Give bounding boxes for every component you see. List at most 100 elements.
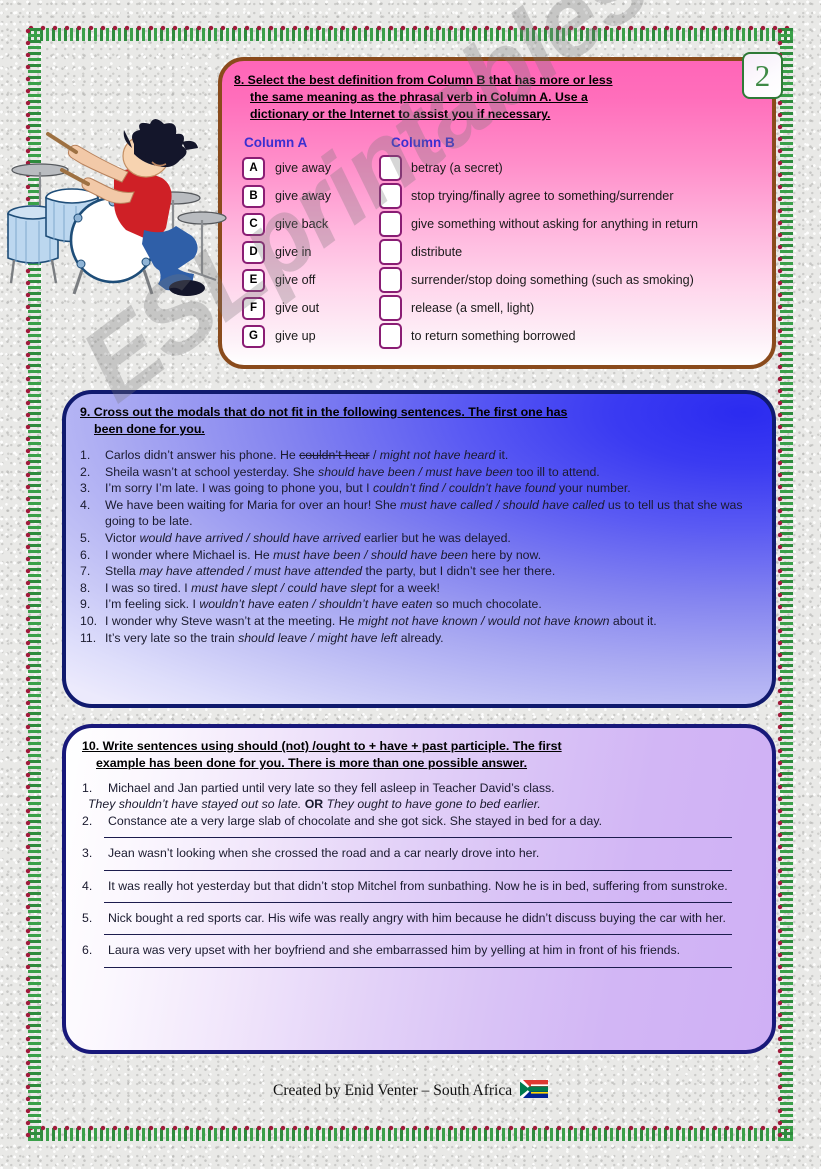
sentence-text: Sheila wasn’t at school yesterday. She s… [105,464,600,479]
definition-text: surrender/stop doing something (such as … [411,273,694,287]
modal-option: wouldn’t have eaten / shouldn’t have eat… [199,597,433,612]
example-answer-or: OR [304,797,324,812]
section-10-heading: 10. Write sentences using should (not) /… [82,738,758,772]
answer-input-box[interactable] [379,323,402,349]
sentence-text: We have been waiting for Maria for over … [105,497,743,529]
phrasal-verb: give away [275,189,332,203]
column-a-label: Column A [244,135,308,150]
answer-input-box[interactable] [379,239,402,265]
definition-text: give something without asking for anythi… [411,217,699,231]
definition-text: release (a smell, light) [411,301,535,315]
writing-item: 3. Jean wasn’t looking when she crossed t… [82,845,750,861]
row-letter-box: E [242,268,265,292]
heading-line-2: example has been done for you. There is … [96,756,528,770]
answer-input-box[interactable] [379,183,402,209]
modal-sentence-item: 2. Sheila wasn’t at school yesterday. She… [80,464,758,481]
drummer-clipart [7,119,227,296]
border-top [28,25,793,41]
definition-text: betray (a secret) [411,161,503,175]
section-9-heading: 9. Cross out the modals that do not fit … [80,404,760,438]
modal-sentence-item: 4. We have been waiting for Maria for ove… [80,497,758,530]
writing-item: 2. Constance ate a very large slab of cho… [82,813,750,829]
answer-blank-line[interactable] [104,933,732,936]
border-right [777,28,793,1141]
modal-option: should leave / might have left [238,630,398,645]
sentence-text: Stella may have attended / must have att… [105,564,556,579]
writing-item: 1. Michael and Jan partied until very lat… [82,780,750,796]
item-number: 7. [80,564,91,579]
phrasal-verb: give away [275,161,332,175]
modal-option: should have been / must have been [318,464,513,479]
column-headers: Column A Column B [244,135,772,150]
row-letter-box: G [242,324,265,348]
item-number: 4. [80,497,91,512]
answer-blank-line[interactable] [104,901,732,904]
matching-row: Agive away betray (a secret) [242,154,772,182]
row-letter-box: A [242,156,265,180]
row-letter-box: F [242,296,265,320]
prompt-text: Michael and Jan partied until very late … [108,781,555,795]
answer-blank-line[interactable] [104,869,732,871]
answer-input-box[interactable] [379,295,402,321]
writing-sentence-list: 1. Michael and Jan partied until very lat… [82,780,750,968]
modal-option: may have attended / must have attended [139,564,363,579]
border-bottom [28,1125,793,1141]
answer-input-box[interactable] [379,211,402,237]
prompt-text: Laura was very upset with her boyfriend … [108,943,681,958]
modal-option: would have arrived / should have arrived [139,530,361,545]
heading-line-2: the same meaning as the phrasal verb in … [250,90,588,104]
prompt-text: Nick bought a red sports car. His wife w… [108,911,726,926]
definition-text: stop trying/finally agree to something/s… [411,189,674,203]
answer-input-box[interactable] [379,155,402,181]
answer-blank-line[interactable] [104,966,732,968]
sentence-text: I wonder why Steve wasn’t at the meeting… [105,613,657,628]
answer-input-box[interactable] [379,267,402,293]
row-letter-box: B [242,184,265,208]
modal-sentence-list: 1. Carlos didn’t answer his phone. He cou… [80,447,758,646]
prompt-text: It was really hot yesterday but that did… [108,878,728,893]
modal-sentence-item: 7. Stella may have attended / must have a… [80,563,758,580]
item-number: 11. [80,630,97,645]
crossed-out-modal: couldn’t hear [299,448,370,462]
heading-line-1: 9. Cross out the modals that do not fit … [80,405,568,419]
item-number: 1. [82,781,93,795]
example-answer-second: They ought to have gone to bed earlier. [323,797,541,812]
sentence-text: I wonder where Michael is. He must have … [105,547,542,562]
heading-line-3: dictionary or the Internet to assist you… [250,107,551,121]
item-number: 3. [80,481,91,496]
modal-sentence-item: 10. I wonder why Steve wasn’t at the meet… [80,613,758,630]
writing-item: 5. Nick bought a red sports car. His wife… [82,910,750,926]
item-number: 2. [80,464,91,479]
prompt-text: Jean wasn’t looking when she crossed the… [108,846,540,861]
matching-row: Dgive in distribute [242,238,772,266]
heading-line-2: been done for you. [94,422,205,436]
phrasal-verb: give off [275,273,316,287]
modal-sentence-item: 8. I was so tired. I must have slept / co… [80,580,758,597]
matching-row: Bgive away stop trying/finally agree to s… [242,182,772,210]
prompt-text: Constance ate a very large slab of choco… [108,813,602,828]
item-number: 4. [82,878,93,893]
modal-sentence-item: 6. I wonder where Michael is. He must hav… [80,547,758,564]
column-b-label: Column B [391,135,455,150]
modal-option: couldn’t find / couldn’t have found [372,481,556,496]
row-letter-box: C [242,212,265,236]
modal-option: might not have known / would not have kn… [357,613,610,628]
sentence-text: Carlos didn’t answer his phone. He could… [105,448,509,462]
item-number: 8. [80,580,91,595]
phrasal-verb: give in [275,245,312,259]
writing-item: 6. Laura was very upset with her boyfrien… [82,942,750,958]
example-answer: They shouldn’t have stayed out so late. … [88,796,750,812]
footer-credit: Created by Enid Venter – South Africa [273,1082,513,1099]
modal-option: might not have heard [379,448,496,462]
modal-option: must have called / should have called [400,497,605,512]
section-10-panel: 10. Write sentences using should (not) /… [62,724,776,1054]
page-number-badge: 2 [742,52,783,99]
worksheet-page: ESLprintables.com 2 8. Select the best d… [0,0,821,1169]
answer-blank-line[interactable] [104,836,732,839]
sentence-text: It’s very late so the train should leave… [105,630,444,645]
matching-row: Cgive back give something without asking … [242,210,772,238]
item-number: 6. [82,943,93,958]
modal-sentence-item: 9. I’m feeling sick. I wouldn’t have eate… [80,596,758,613]
definition-text: to return something borrowed [411,329,576,343]
sentence-text: I was so tired. I must have slept / coul… [105,580,440,595]
